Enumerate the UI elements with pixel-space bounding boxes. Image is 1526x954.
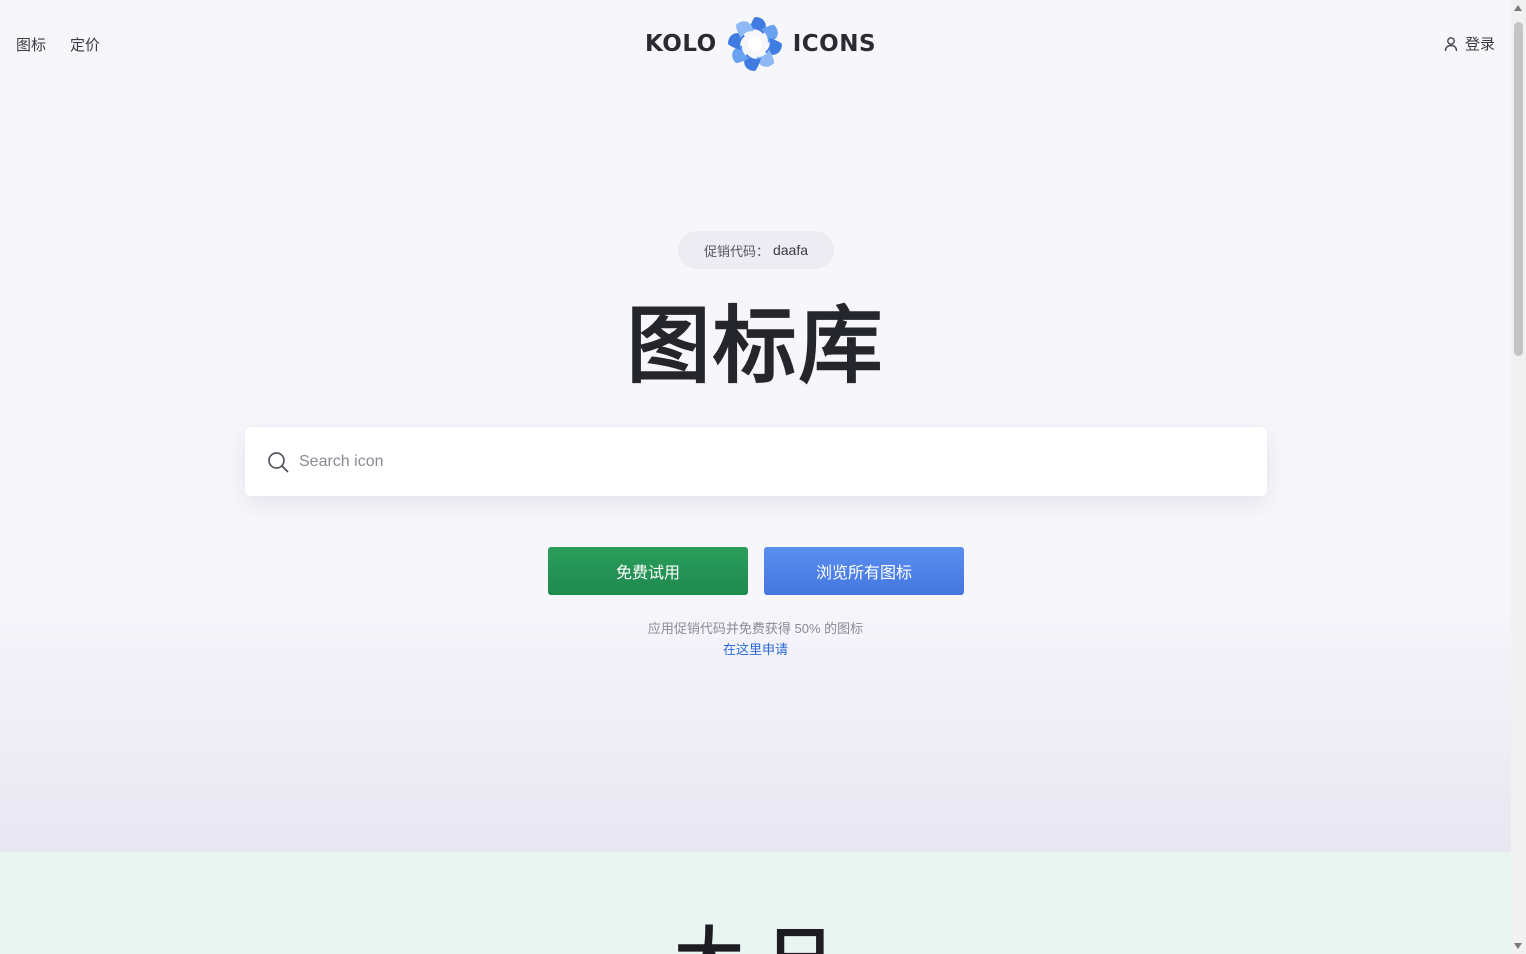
- apply-link-row: 在这里申请: [0, 640, 1511, 660]
- vertical-scrollbar[interactable]: [1511, 0, 1526, 954]
- nav-link-icons[interactable]: 图标: [16, 34, 46, 55]
- hero-section: 图标 定价 KOLO ICONS 登录 促销代码： daafa 图标库 Sear…: [0, 0, 1511, 852]
- user-icon: [1444, 36, 1458, 51]
- swirl-logo-icon: [727, 17, 782, 71]
- promo-label: 促销代码：: [703, 243, 769, 259]
- scroll-up-arrow-icon[interactable]: [1514, 5, 1522, 11]
- page: 图标 定价 KOLO ICONS 登录 促销代码： daafa 图标库 Sear…: [0, 0, 1511, 954]
- promo-code-value: daafa: [772, 242, 809, 258]
- next-section: 大 日: [0, 852, 1511, 954]
- browse-all-icons-button[interactable]: 浏览所有图标: [764, 547, 964, 595]
- login-label: 登录: [1464, 36, 1495, 53]
- next-section-heading: 大 日: [0, 926, 1511, 954]
- logo-text-left: KOLO: [645, 31, 717, 57]
- apply-here-link[interactable]: 在这里申请: [723, 642, 788, 657]
- promo-hint-text: 应用促销代码并免费获得 50% 的图标: [647, 621, 864, 636]
- top-nav: 图标 定价: [16, 34, 100, 55]
- search-input[interactable]: [299, 452, 1199, 471]
- free-trial-button[interactable]: 免费试用: [548, 547, 748, 595]
- search-icon: [268, 451, 289, 472]
- page-title: 图标库: [626, 297, 885, 395]
- nav-link-pricing[interactable]: 定价: [70, 34, 100, 55]
- logo[interactable]: KOLO ICONS: [645, 14, 876, 74]
- promo-code-badge: 促销代码： daafa: [678, 231, 834, 269]
- search-bar: [245, 426, 1267, 496]
- scroll-down-arrow-icon[interactable]: [1514, 943, 1522, 949]
- logo-text-right: ICONS: [792, 31, 877, 57]
- login-button[interactable]: 登录: [1443, 33, 1495, 54]
- scrollbar-thumb[interactable]: [1514, 22, 1523, 356]
